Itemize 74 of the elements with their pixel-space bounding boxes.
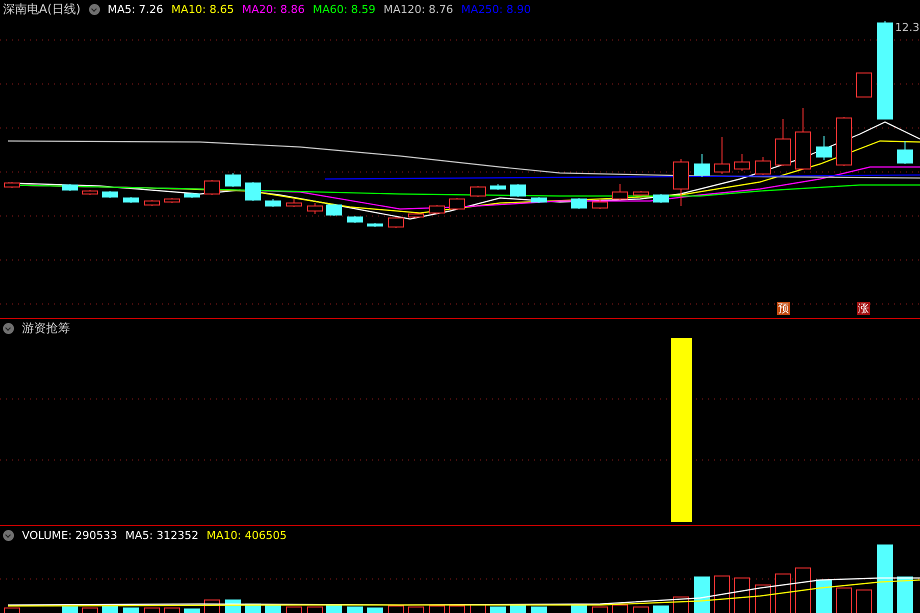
volume-bar [571,606,587,613]
candlestick [123,196,139,204]
candlestick [734,154,750,172]
candlestick [326,204,342,216]
candlestick [102,190,118,198]
candlestick [897,140,913,164]
candlestick [184,192,200,198]
volume-bar [653,606,669,613]
candlestick [62,184,78,192]
candlestick [510,184,526,198]
candlestick [673,158,689,206]
legend-item: MA10: 406505 [206,528,287,542]
candlestick [307,202,323,214]
signal-marker: 涨 [857,302,870,315]
volume-bar [326,606,342,613]
chart-title: 深南电A(日线) [3,1,81,18]
candlestick [367,222,383,228]
candlestick [347,216,363,224]
volume-bar [510,606,526,613]
candlestick [531,196,547,204]
legend-item: MA120: 8.76 [383,3,454,16]
candlestick [388,216,404,228]
candlestick [449,198,465,210]
volume-bar [102,606,118,613]
candlestick [144,200,160,206]
candlestick [755,156,771,176]
dropdown-icon[interactable] [3,322,14,334]
volume-bar [347,606,363,613]
volume-bar [897,576,913,613]
volume-bar [367,608,383,613]
candlestick [836,116,852,166]
candlestick [633,190,649,196]
candlestick [795,108,811,170]
candlestick [286,198,302,208]
candlestick [470,186,486,198]
candlestick [429,204,445,214]
candlestick [82,190,98,196]
volume-bar [62,606,78,613]
candlestick [592,198,608,210]
volume-bar [184,608,200,613]
candlestick [775,118,791,166]
price-label: 12.3 [895,21,920,34]
volume-bar [490,606,506,613]
volume-bar [694,576,710,613]
legend-item: MA10: 8.65 [171,3,234,16]
legend-item: MA20: 8.86 [242,3,305,16]
legend-item: VOLUME: 290533 [22,528,118,542]
candlestick [164,198,180,204]
legend-item: MA5: 7.26 [108,3,164,16]
volume-bar [123,608,139,613]
candlestick [694,154,710,178]
volume-bar [877,544,893,613]
legend-item: MA60: 8.59 [312,3,376,16]
volume-bar [816,580,832,613]
dropdown-icon[interactable] [88,4,100,15]
legend-item: MA5: 312352 [125,528,198,542]
volume-bar [531,606,547,613]
candlestick [612,184,628,200]
candlestick [856,72,872,98]
indicator-title: 游资抢筹 [22,320,70,336]
candlestick [225,172,241,188]
candlestick [490,184,506,190]
candlestick [245,182,261,202]
candlestick [816,136,832,160]
dropdown-icon[interactable] [3,530,14,540]
candlestick [204,180,220,196]
candlestick [265,198,281,208]
candlestick [4,182,20,188]
signal-marker: 预 [777,302,790,315]
candlestick [653,194,669,204]
candlestick [714,136,730,174]
candlestick [571,198,587,210]
legend-item: MA250: 8.90 [461,3,531,16]
candlestick [408,212,424,218]
